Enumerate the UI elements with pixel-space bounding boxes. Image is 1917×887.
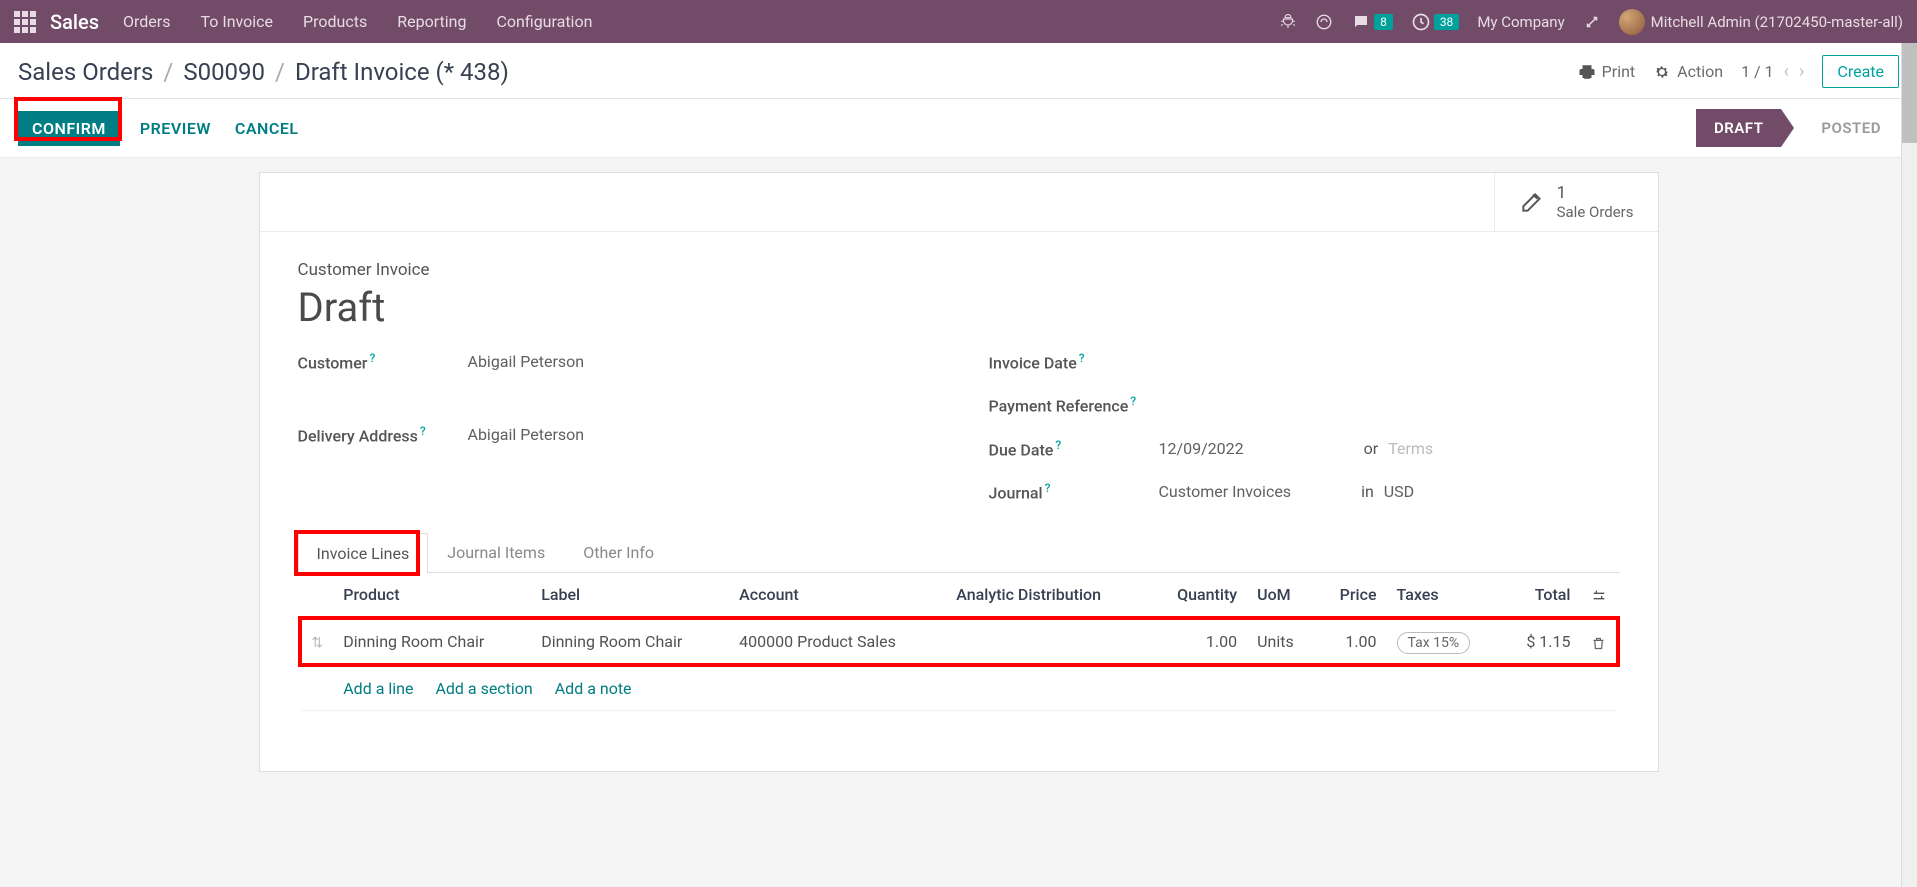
tabs: Invoice Lines Journal Items Other Info [298, 532, 1620, 573]
cell-taxes[interactable]: Tax 15% [1387, 618, 1502, 665]
th-quantity[interactable]: Quantity [1149, 573, 1247, 618]
breadcrumb-current: Draft Invoice (* 438) [295, 58, 509, 86]
breadcrumb-link-order[interactable]: S00090 [183, 58, 265, 86]
support-icon[interactable] [1315, 13, 1333, 31]
trash-icon[interactable] [1591, 632, 1606, 651]
messages-button[interactable]: 8 [1351, 13, 1393, 31]
messages-badge: 8 [1374, 14, 1393, 30]
tab-other-info[interactable]: Other Info [564, 532, 673, 572]
menu-orders[interactable]: Orders [123, 12, 170, 31]
cell-quantity[interactable]: 1.00 [1149, 618, 1247, 665]
cell-analytic[interactable] [946, 618, 1148, 665]
label-journal: Journal? [989, 481, 1159, 502]
th-label[interactable]: Label [531, 573, 729, 618]
tab-invoice-lines[interactable]: Invoice Lines [298, 533, 429, 573]
form-small-title: Customer Invoice [298, 260, 1620, 280]
activities-button[interactable]: 38 [1411, 12, 1460, 32]
menu-products[interactable]: Products [303, 12, 367, 31]
menu-reporting[interactable]: Reporting [397, 12, 466, 31]
cell-account[interactable]: 400000 Product Sales [729, 618, 946, 665]
edit-icon [1519, 189, 1545, 215]
label-delivery-address: Delivery Address? [298, 424, 468, 445]
menu-configuration[interactable]: Configuration [496, 12, 592, 31]
pager-prev[interactable]: ‹ [1784, 61, 1789, 82]
confirm-button[interactable]: CONFIRM [18, 111, 120, 146]
status-bar: CONFIRM PREVIEW CANCEL DRAFT POSTED [0, 99, 1917, 158]
avatar [1619, 9, 1645, 35]
smart-button-label: Sale Orders [1557, 203, 1634, 221]
activities-badge: 38 [1434, 14, 1460, 30]
action-button[interactable]: Action [1653, 62, 1723, 81]
pager-text: 1 / 1 [1741, 62, 1774, 81]
label-invoice-date: Invoice Date? [989, 351, 1159, 372]
cell-total: $ 1.15 [1502, 618, 1581, 665]
tools-icon[interactable] [1583, 13, 1601, 31]
cell-label[interactable]: Dinning Room Chair [531, 618, 729, 665]
add-section-link[interactable]: Add a section [435, 679, 532, 698]
add-note-link[interactable]: Add a note [555, 679, 632, 698]
value-delivery-address[interactable]: Abigail Peterson [468, 425, 585, 444]
bug-icon[interactable] [1279, 13, 1297, 31]
smart-buttons: 1 Sale Orders [260, 173, 1658, 232]
status-draft[interactable]: DRAFT [1696, 109, 1781, 147]
drag-handle-icon[interactable]: ⇅ [312, 635, 324, 651]
value-journal[interactable]: Customer Invoices [1159, 482, 1292, 501]
label-due-date: Due Date? [989, 438, 1159, 459]
menu-to-invoice[interactable]: To Invoice [200, 12, 273, 31]
user-name: Mitchell Admin (21702450-master-all) [1651, 13, 1903, 31]
value-currency[interactable]: USD [1384, 482, 1414, 501]
status-posted[interactable]: POSTED [1803, 109, 1899, 147]
form-big-title: Draft [298, 284, 1620, 331]
pager-next[interactable]: › [1799, 61, 1804, 82]
company-switcher[interactable]: My Company [1477, 13, 1564, 31]
main-menu: Orders To Invoice Products Reporting Con… [123, 12, 592, 31]
th-account[interactable]: Account [729, 573, 946, 618]
terms-link[interactable]: Terms [1388, 439, 1433, 458]
app-brand[interactable]: Sales [50, 10, 99, 34]
gear-icon [1653, 63, 1671, 81]
th-price[interactable]: Price [1317, 573, 1387, 618]
print-button[interactable]: Print [1578, 62, 1635, 81]
form-sheet: 1 Sale Orders Customer Invoice Draft Cus… [259, 172, 1659, 772]
cell-product[interactable]: Dinning Room Chair [333, 618, 531, 665]
th-total[interactable]: Total [1502, 573, 1581, 618]
top-navbar: Sales Orders To Invoice Products Reporti… [0, 0, 1917, 43]
pager: 1 / 1 ‹ › [1741, 61, 1804, 82]
apps-icon[interactable] [14, 11, 36, 33]
columns-options-icon[interactable] [1591, 585, 1607, 604]
table-row[interactable]: ⇅ Dinning Room Chair Dinning Room Chair … [300, 618, 1618, 665]
th-taxes[interactable]: Taxes [1387, 573, 1502, 618]
cell-uom[interactable]: Units [1247, 618, 1317, 665]
label-payment-reference: Payment Reference? [989, 394, 1159, 415]
status-tags: DRAFT POSTED [1696, 109, 1899, 147]
control-right: Print Action 1 / 1 ‹ › Create [1578, 55, 1899, 88]
breadcrumb-link-sales-orders[interactable]: Sales Orders [18, 58, 153, 86]
th-uom[interactable]: UoM [1247, 573, 1317, 618]
smart-button-count: 1 [1557, 183, 1634, 203]
scrollbar[interactable] [1901, 43, 1917, 887]
label-customer: Customer? [298, 351, 468, 372]
control-bar: Sales Orders / S00090 / Draft Invoice (*… [0, 43, 1917, 99]
cell-price[interactable]: 1.00 [1317, 618, 1387, 665]
create-button[interactable]: Create [1822, 55, 1899, 88]
value-due-date[interactable]: 12/09/2022 [1159, 439, 1244, 458]
smart-button-sale-orders[interactable]: 1 Sale Orders [1494, 173, 1658, 231]
scrollbar-thumb[interactable] [1902, 43, 1917, 143]
invoice-lines-table: Product Label Account Analytic Distribut… [298, 573, 1620, 711]
printer-icon [1578, 63, 1596, 81]
navbar-right: 8 38 My Company Mitchell Admin (21702450… [1279, 9, 1903, 35]
add-line-link[interactable]: Add a line [343, 679, 413, 698]
breadcrumb: Sales Orders / S00090 / Draft Invoice (*… [18, 58, 509, 86]
value-customer[interactable]: Abigail Peterson [468, 352, 585, 371]
tab-journal-items[interactable]: Journal Items [428, 532, 564, 572]
cancel-button[interactable]: CANCEL [231, 113, 303, 144]
user-menu[interactable]: Mitchell Admin (21702450-master-all) [1619, 9, 1903, 35]
th-product[interactable]: Product [333, 573, 531, 618]
th-analytic[interactable]: Analytic Distribution [946, 573, 1148, 618]
preview-button[interactable]: PREVIEW [136, 113, 215, 144]
